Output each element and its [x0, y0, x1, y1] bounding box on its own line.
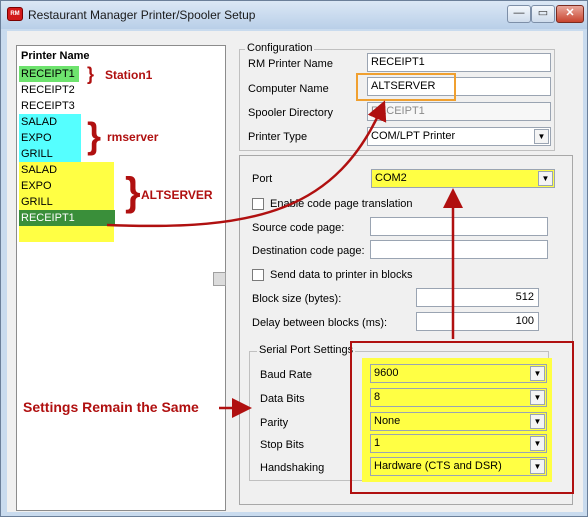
enable-code-page-checkbox[interactable] [252, 198, 264, 210]
rm-printer-name-label: RM Printer Name [248, 58, 333, 70]
altserver-brace: } [125, 170, 141, 214]
list-item[interactable]: EXPO [19, 178, 115, 194]
serial-port-group-label: Serial Port Settings [257, 344, 356, 356]
data-bits-label: Data Bits [260, 393, 305, 405]
stop-bits-label: Stop Bits [260, 439, 305, 451]
rm-printer-name-field[interactable]: RECEIPT1 [367, 53, 551, 72]
configuration-group-label: Configuration [245, 42, 315, 54]
list-item[interactable]: GRILL [19, 194, 115, 210]
parity-label: Parity [260, 417, 289, 429]
app-icon: RM [7, 7, 23, 21]
baud-rate-label: Baud Rate [260, 369, 312, 381]
port-label: Port [252, 173, 273, 185]
stop-bits-select[interactable]: 1 ▼ [370, 434, 547, 453]
spooler-directory-label: Spooler Directory [248, 107, 333, 119]
list-scrollbar-thumb[interactable] [213, 272, 226, 286]
destination-code-page-label: Destination code page: [252, 245, 365, 257]
chevron-down-icon[interactable]: ▼ [530, 366, 545, 381]
block-size-label: Block size (bytes): [252, 293, 342, 305]
rmserver-brace: } [87, 115, 102, 156]
destination-code-page-field[interactable] [370, 240, 548, 259]
send-in-blocks-checkbox[interactable] [252, 269, 264, 281]
close-button[interactable]: ✕ [556, 5, 584, 23]
window-title: Restaurant Manager Printer/Spooler Setup [28, 8, 256, 22]
spooler-directory-field[interactable]: RECEIPT1 [367, 102, 551, 121]
data-bits-value: 8 [374, 391, 381, 403]
parity-value: None [374, 415, 401, 427]
list-item[interactable]: RECEIPT3 [19, 98, 115, 114]
source-code-page-label: Source code page: [252, 222, 345, 234]
list-item[interactable]: RECEIPT1 [19, 66, 115, 82]
app-window: RM Restaurant Manager Printer/Spooler Se… [0, 0, 588, 517]
handshaking-label: Handshaking [260, 462, 325, 474]
computer-name-highlight-box [356, 73, 456, 101]
printer-list[interactable]: Printer Name RECEIPT1 RECEIPT2 RECEIPT3 … [16, 45, 226, 511]
station1-brace: } [87, 64, 95, 84]
block-size-field[interactable]: 512 [416, 288, 539, 307]
printer-list-header: Printer Name [21, 50, 90, 62]
printer-type-select[interactable]: COM/LPT Printer ▼ [367, 127, 551, 146]
handshaking-select[interactable]: Hardware (CTS and DSR) ▼ [370, 457, 547, 476]
data-bits-select[interactable]: 8 ▼ [370, 388, 547, 407]
list-item[interactable]: RECEIPT2 [19, 82, 115, 98]
baud-rate-select[interactable]: 9600 ▼ [370, 364, 547, 383]
altserver-annotation: ALTSERVER [141, 188, 213, 202]
list-item-selected[interactable]: RECEIPT1 [19, 210, 115, 226]
delay-label: Delay between blocks (ms): [252, 317, 388, 329]
chevron-down-icon[interactable]: ▼ [530, 459, 545, 474]
port-value: COM2 [375, 172, 407, 184]
computer-name-label: Computer Name [248, 83, 329, 95]
station1-annotation: Station1 [105, 68, 153, 82]
client-area: Printer Name RECEIPT1 RECEIPT2 RECEIPT3 … [7, 31, 583, 512]
chevron-down-icon[interactable]: ▼ [530, 390, 545, 405]
title-bar: RM Restaurant Manager Printer/Spooler Se… [1, 1, 587, 29]
port-select[interactable]: COM2 ▼ [371, 169, 555, 188]
baud-rate-value: 9600 [374, 367, 399, 379]
minimize-button[interactable]: — [507, 5, 531, 23]
chevron-down-icon[interactable]: ▼ [534, 129, 549, 144]
handshaking-value: Hardware (CTS and DSR) [374, 460, 502, 472]
settings-remain-annotation: Settings Remain the Same [23, 399, 199, 415]
list-item[interactable]: SALAD [19, 162, 115, 178]
chevron-down-icon[interactable]: ▼ [538, 171, 553, 186]
chevron-down-icon[interactable]: ▼ [530, 436, 545, 451]
printer-type-value: COM/LPT Printer [371, 130, 456, 142]
printer-type-label: Printer Type [248, 131, 308, 143]
enable-code-page-label: Enable code page translation [270, 198, 413, 210]
delay-field[interactable]: 100 [416, 312, 539, 331]
maximize-button[interactable]: ▭ [531, 5, 555, 23]
send-in-blocks-label: Send data to printer in blocks [270, 269, 413, 281]
chevron-down-icon[interactable]: ▼ [530, 414, 545, 429]
rmserver-annotation: rmserver [107, 130, 159, 144]
source-code-page-field[interactable] [370, 217, 548, 236]
parity-select[interactable]: None ▼ [370, 412, 547, 431]
stop-bits-value: 1 [374, 437, 381, 449]
